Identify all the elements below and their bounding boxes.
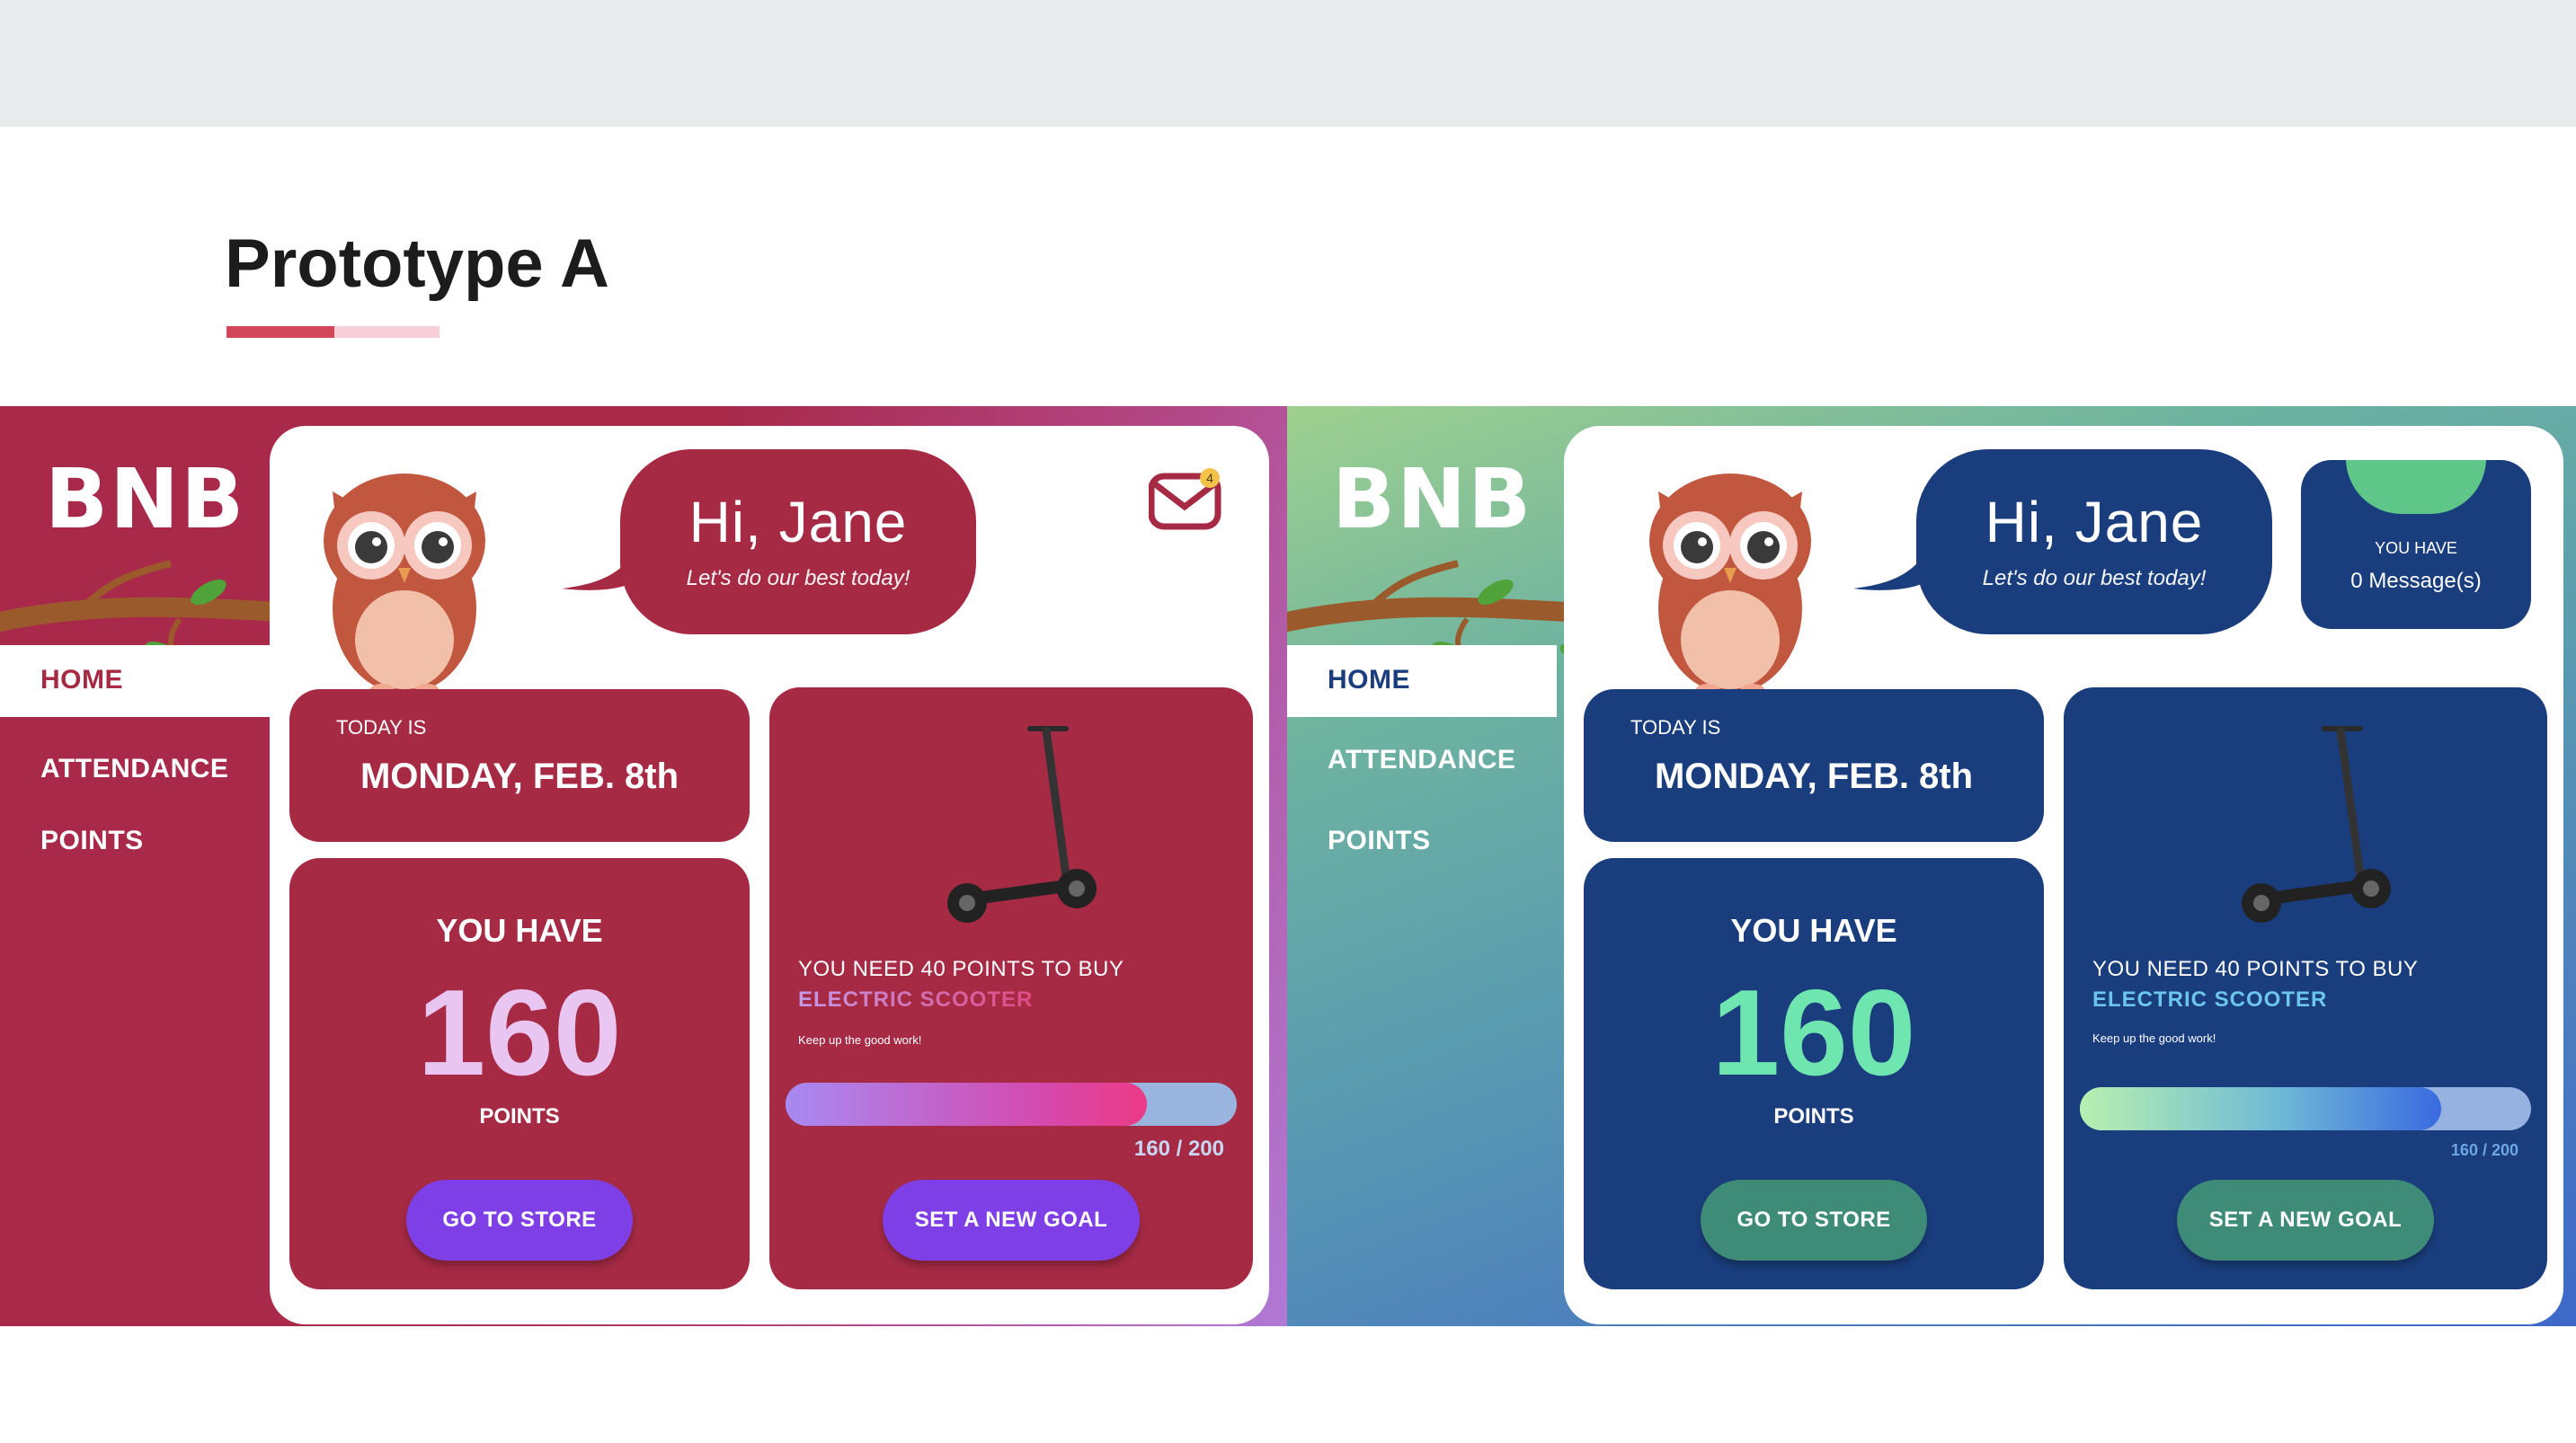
set-new-goal-button[interactable]: SET A NEW GOAL [883, 1180, 1140, 1261]
mail-badge-count: 4 [1206, 471, 1213, 485]
page-title: Prototype A [225, 226, 609, 302]
goal-progress-label: 160 / 200 [2450, 1141, 2518, 1159]
points-label: YOU HAVE [436, 912, 603, 949]
points-card: YOU HAVE 160 POINTS GO TO STORE [1584, 858, 2044, 1289]
goal-progress-fill [786, 1083, 1147, 1126]
greeting-bubble: Hi, Jane Let's do our best today! [1916, 449, 2272, 634]
goal-progress-bar [2080, 1087, 2531, 1130]
date-value: MONDAY, FEB. 8th [360, 757, 680, 796]
nav-home-label: HOME [40, 665, 123, 695]
go-to-store-button[interactable]: GO TO STORE [1701, 1180, 1927, 1261]
title-underline-accent [227, 326, 334, 338]
nav-home-label: HOME [1328, 665, 1410, 695]
points-unit: POINTS [1773, 1104, 1854, 1129]
greeting-title: Hi, Jane [688, 490, 908, 554]
mail-icon[interactable]: 4 [1149, 467, 1222, 530]
points-card: YOU HAVE 160 POINTS GO TO STORE [289, 858, 750, 1289]
messages-label: YOU HAVE [2375, 539, 2457, 557]
greeting-subtitle: Let's do our best today! [1982, 566, 2207, 590]
messages-box-notch [2346, 460, 2486, 514]
nav-attendance[interactable]: ATTENDANCE [1328, 745, 1515, 775]
messages-box[interactable]: YOU HAVE 0 Message(s) [2301, 460, 2531, 629]
goal-progress-label: 160 / 200 [1133, 1137, 1224, 1161]
date-card: TODAY IS MONDAY, FEB. 8th [289, 689, 750, 842]
points-unit: POINTS [479, 1104, 560, 1129]
goal-need-text: YOU NEED 40 POINTS TO BUY [2092, 957, 2419, 981]
go-to-store-button[interactable]: GO TO STORE [406, 1180, 633, 1261]
date-value: MONDAY, FEB. 8th [1654, 757, 1974, 796]
greeting-bubble: Hi, Jane Let's do our best today! [620, 449, 976, 634]
prototype-b-screen: BNB HOME ATTENDANCE POINTS Hi, Jane Let'… [1287, 406, 2576, 1326]
goal-item-name: ELECTRIC SCOOTER [798, 987, 1034, 1012]
nav-home-tab[interactable]: HOME [1287, 645, 1557, 717]
set-new-goal-button[interactable]: SET A NEW GOAL [2177, 1180, 2434, 1261]
points-value: 160 [1711, 964, 1916, 1101]
nav-attendance[interactable]: ATTENDANCE [40, 754, 228, 784]
nav-points[interactable]: POINTS [1328, 826, 1431, 856]
date-label: TODAY IS [1630, 716, 1721, 739]
greeting-title: Hi, Jane [1985, 490, 2204, 554]
greeting-subtitle: Let's do our best today! [686, 566, 910, 590]
title-underline-light [334, 326, 440, 338]
points-label: YOU HAVE [1730, 912, 1897, 949]
app-logo[interactable]: BNB [1332, 451, 1532, 547]
electric-scooter-image [2242, 726, 2391, 923]
messages-count: 0 Message(s) [2350, 569, 2482, 593]
goal-note: Keep up the good work! [798, 1033, 922, 1047]
app-logo[interactable]: BNB [45, 451, 245, 547]
owl-mascot-illustration [1649, 474, 1811, 698]
prototype-a-screen: BNB HOME ATTENDANCE POINTS Hi, Jane Let'… [0, 406, 1287, 1326]
goal-card: YOU NEED 40 POINTS TO BUY ELECTRIC SCOOT… [769, 687, 1253, 1289]
nav-points[interactable]: POINTS [40, 826, 144, 856]
goal-card: YOU NEED 40 POINTS TO BUY ELECTRIC SCOOT… [2064, 687, 2547, 1289]
goal-item-name: ELECTRIC SCOOTER [2092, 987, 2328, 1012]
electric-scooter-image [947, 726, 1097, 923]
points-value: 160 [417, 964, 622, 1101]
date-card: TODAY IS MONDAY, FEB. 8th [1584, 689, 2044, 842]
goal-progress-fill [2080, 1087, 2441, 1130]
nav-home-tab[interactable]: HOME [0, 645, 270, 717]
top-banner [0, 0, 2576, 127]
date-label: TODAY IS [336, 716, 427, 739]
goal-note: Keep up the good work! [2092, 1031, 2216, 1045]
goal-progress-bar [786, 1083, 1237, 1126]
owl-mascot-illustration [324, 474, 485, 698]
goal-need-text: YOU NEED 40 POINTS TO BUY [798, 957, 1124, 981]
